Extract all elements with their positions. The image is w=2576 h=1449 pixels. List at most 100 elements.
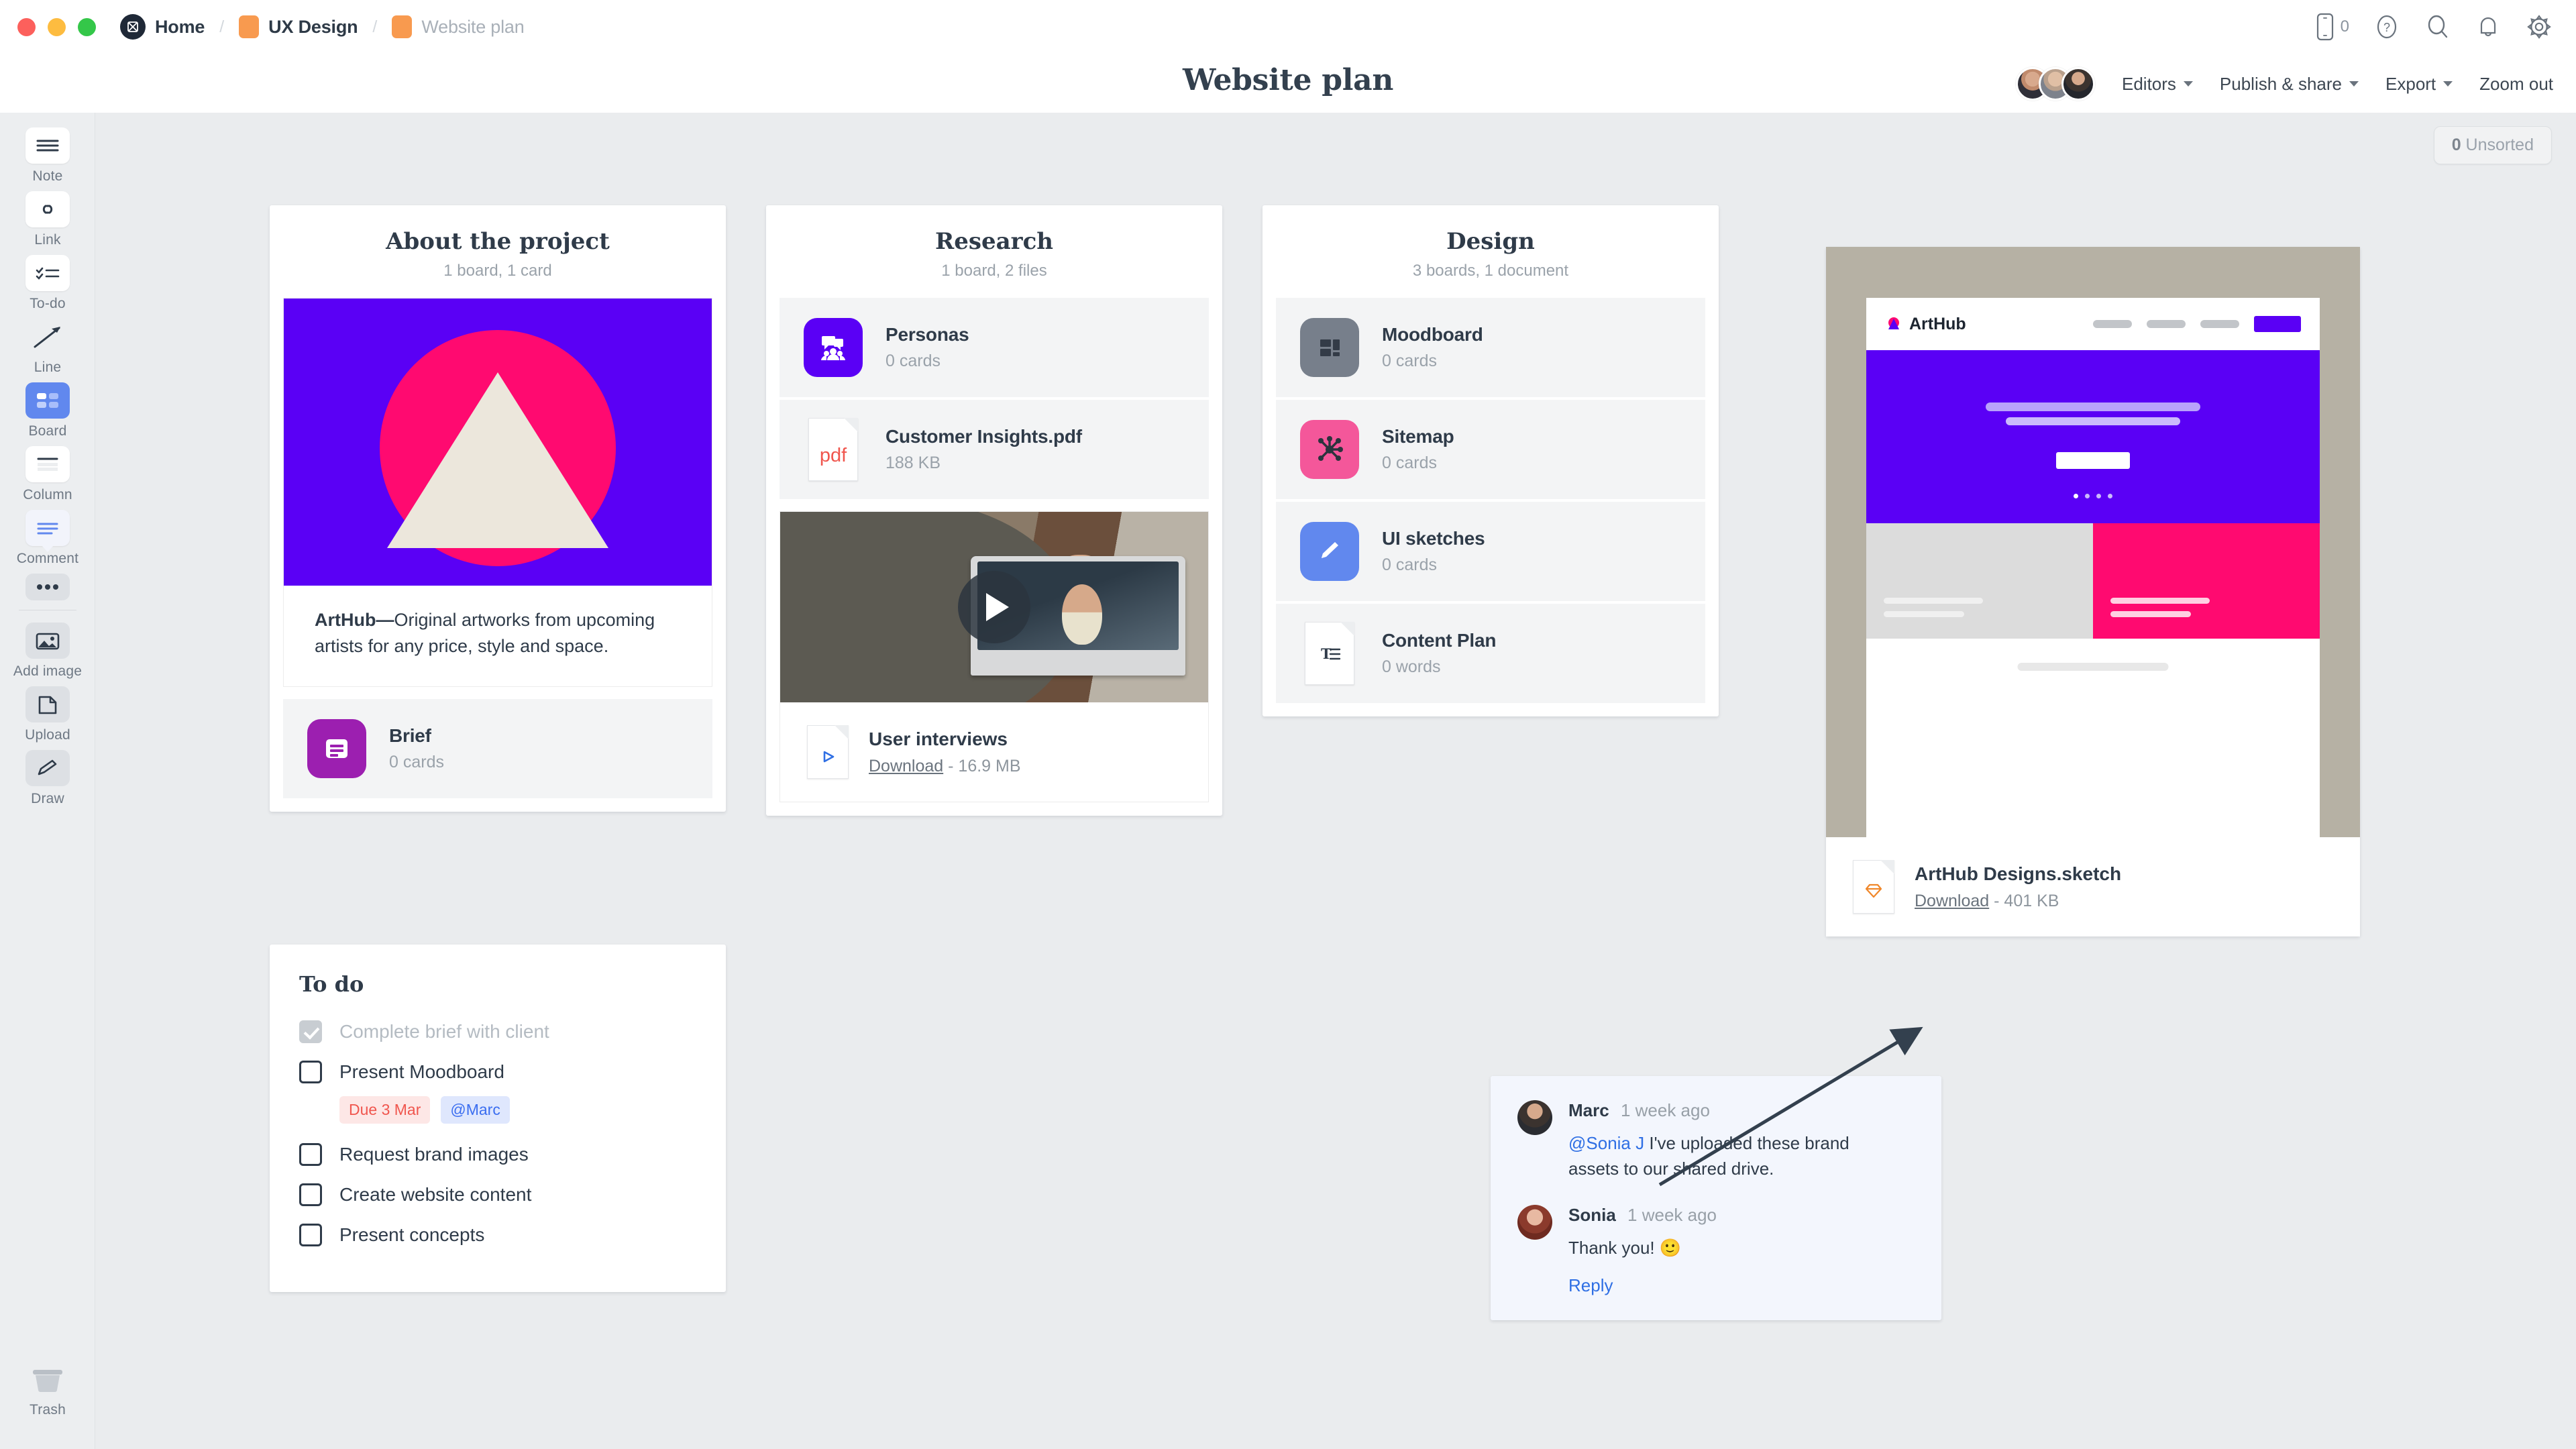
mockup-text-line bbox=[2110, 611, 2191, 617]
todo-label: Create website content bbox=[339, 1184, 532, 1205]
mockup-nav-link bbox=[2093, 320, 2132, 328]
app-window: Home / UX Design / Website plan 0 ? Webs… bbox=[0, 0, 2576, 1449]
todo-card[interactable]: To do Complete brief with client Present… bbox=[270, 945, 726, 1292]
mockup-hero bbox=[1866, 350, 2320, 523]
editors-menu[interactable]: Editors bbox=[2122, 74, 2193, 95]
export-label: Export bbox=[2385, 73, 2436, 94]
list-item[interactable]: UI sketches 0 cards bbox=[1276, 502, 1705, 601]
sidebar-label-draw: Draw bbox=[31, 791, 64, 806]
download-link[interactable]: Download bbox=[869, 757, 943, 775]
todo-label: Present concepts bbox=[339, 1224, 485, 1245]
list-item[interactable]: Personas 0 cards bbox=[780, 298, 1209, 397]
sidebar-item-comment[interactable]: Comment bbox=[0, 510, 95, 567]
sidebar-item-board[interactable]: Board bbox=[0, 382, 95, 439]
comment-thread-card[interactable]: Marc 1 week ago @Sonia J I've uploaded t… bbox=[1491, 1076, 1941, 1321]
sidebar-label-board: Board bbox=[28, 423, 67, 439]
list-item[interactable]: Brief 0 cards bbox=[283, 699, 712, 799]
list-item[interactable]: T Content Plan 0 words bbox=[1276, 604, 1705, 703]
sidebar-item-line[interactable]: Line bbox=[0, 319, 95, 376]
breadcrumb-home[interactable]: Home bbox=[120, 14, 205, 40]
close-window-button[interactable] bbox=[17, 17, 36, 36]
sidebar-more-button[interactable] bbox=[0, 574, 95, 600]
help-icon[interactable]: ? bbox=[2373, 13, 2400, 40]
breadcrumb-separator-2: / bbox=[372, 17, 378, 36]
comment-body: Sonia 1 week ago Thank you! 🙂 Reply bbox=[1568, 1205, 1717, 1296]
column-about-the-project[interactable]: About the project 1 board, 1 card ArtHub… bbox=[270, 205, 726, 812]
maximize-window-button[interactable] bbox=[78, 17, 96, 36]
avatar[interactable] bbox=[1517, 1204, 1552, 1240]
column-subtitle: 3 boards, 1 document bbox=[1412, 262, 1569, 280]
column-title: Design bbox=[1446, 228, 1535, 255]
todo-item[interactable]: Request brand images bbox=[270, 1134, 726, 1175]
settings-gear-icon[interactable] bbox=[2525, 13, 2553, 41]
todo-checkbox-checked[interactable] bbox=[299, 1020, 322, 1043]
export-menu[interactable]: Export bbox=[2385, 74, 2453, 95]
avatar[interactable] bbox=[2061, 67, 2095, 101]
breadcrumb-project[interactable]: UX Design bbox=[239, 15, 358, 38]
todo-checkbox[interactable] bbox=[299, 1183, 322, 1206]
artwork-card[interactable]: ArtHub—Original artworks from upcoming a… bbox=[270, 298, 726, 688]
mention-link[interactable]: @Sonia J bbox=[1568, 1133, 1644, 1153]
zoom-out-label: Zoom out bbox=[2479, 73, 2553, 94]
search-icon[interactable] bbox=[2424, 13, 2451, 40]
column-header: Design 3 boards, 1 document bbox=[1263, 205, 1719, 298]
list-item[interactable]: pdf Customer Insights.pdf 188 KB bbox=[780, 400, 1209, 499]
breadcrumb-current[interactable]: Website plan bbox=[392, 15, 525, 38]
todo-checkbox[interactable] bbox=[299, 1143, 322, 1166]
play-button-icon[interactable] bbox=[958, 571, 1030, 643]
sidebar-item-add-image[interactable]: Add image bbox=[0, 623, 95, 680]
comment-timestamp: 1 week ago bbox=[1620, 1100, 1710, 1120]
mockup-footer bbox=[1866, 639, 2320, 712]
list-item[interactable]: Moodboard 0 cards bbox=[1276, 298, 1705, 397]
video-file-meta: Download - 16.9 MB bbox=[869, 757, 1021, 776]
avatar[interactable] bbox=[1517, 1100, 1552, 1135]
column-title: About the project bbox=[386, 228, 610, 255]
sketch-preview-card[interactable]: ArtHub ArtHub Designs.sketch Download - … bbox=[1826, 247, 2360, 936]
text-document-icon: T bbox=[1300, 622, 1359, 685]
editor-avatars[interactable] bbox=[2015, 67, 2095, 101]
todo-icon bbox=[25, 255, 70, 291]
mobile-preview-count: 0 bbox=[2340, 17, 2349, 36]
unsorted-badge[interactable]: 0 Unsorted bbox=[2433, 126, 2552, 164]
sketch-file-size: 401 KB bbox=[2004, 891, 2059, 910]
sidebar-label-line: Line bbox=[34, 360, 62, 375]
sidebar-item-link[interactable]: Link bbox=[0, 191, 95, 248]
zoom-out-button[interactable]: Zoom out bbox=[2479, 74, 2553, 95]
todo-item[interactable]: Present Moodboard bbox=[270, 1052, 726, 1092]
todo-item[interactable]: Create website content bbox=[270, 1175, 726, 1215]
todo-item[interactable]: Complete brief with client bbox=[270, 1012, 726, 1052]
todo-checkbox[interactable] bbox=[299, 1061, 322, 1083]
column-research[interactable]: Research 1 board, 2 files Personas 0 car… bbox=[766, 205, 1222, 816]
assignee-mention-badge[interactable]: @Marc bbox=[441, 1096, 510, 1124]
board-canvas[interactable]: 0 Unsorted About the project 1 board, 1 … bbox=[95, 113, 2576, 1449]
video-attachment[interactable]: User interviews Download - 16.9 MB bbox=[766, 499, 1222, 816]
download-link[interactable]: Download bbox=[1915, 892, 1989, 910]
pencil-icon bbox=[1300, 522, 1359, 581]
minimize-window-button[interactable] bbox=[48, 17, 66, 36]
comment-bubble-icon bbox=[25, 510, 70, 552]
video-thumbnail[interactable] bbox=[780, 512, 1208, 702]
list-item-meta: 0 cards bbox=[1382, 555, 1437, 574]
sketch-file-meta: Download - 401 KB bbox=[1915, 892, 2121, 911]
sidebar-item-draw[interactable]: Draw bbox=[0, 750, 95, 807]
sidebar-item-trash[interactable]: Trash bbox=[0, 1361, 95, 1418]
image-icon bbox=[25, 623, 70, 659]
publish-share-menu[interactable]: Publish & share bbox=[2220, 74, 2359, 95]
sketch-file-row: ArtHub Designs.sketch Download - 401 KB bbox=[1826, 837, 2360, 936]
due-date-badge[interactable]: Due 3 Mar bbox=[339, 1096, 431, 1124]
sidebar-item-note[interactable]: Note bbox=[0, 127, 95, 184]
todo-item[interactable]: Present concepts bbox=[270, 1215, 726, 1255]
comment-text: Thank you! 🙂 bbox=[1568, 1237, 1682, 1258]
sidebar-item-upload[interactable]: Upload bbox=[0, 686, 95, 743]
list-item-name: Moodboard bbox=[1382, 324, 1483, 345]
reply-button[interactable]: Reply bbox=[1568, 1275, 1717, 1296]
sketch-mockup-image: ArtHub bbox=[1826, 247, 2360, 837]
todo-checkbox[interactable] bbox=[299, 1224, 322, 1246]
chevron-down-icon bbox=[2443, 81, 2453, 87]
sidebar-item-todo[interactable]: To-do bbox=[0, 255, 95, 312]
sidebar-item-column[interactable]: Column bbox=[0, 446, 95, 503]
mobile-preview-icon[interactable]: 0 bbox=[2315, 13, 2349, 41]
list-item[interactable]: Sitemap 0 cards bbox=[1276, 400, 1705, 499]
notifications-bell-icon[interactable] bbox=[2475, 13, 2501, 41]
column-design[interactable]: Design 3 boards, 1 document Moodboard 0 … bbox=[1263, 205, 1719, 716]
